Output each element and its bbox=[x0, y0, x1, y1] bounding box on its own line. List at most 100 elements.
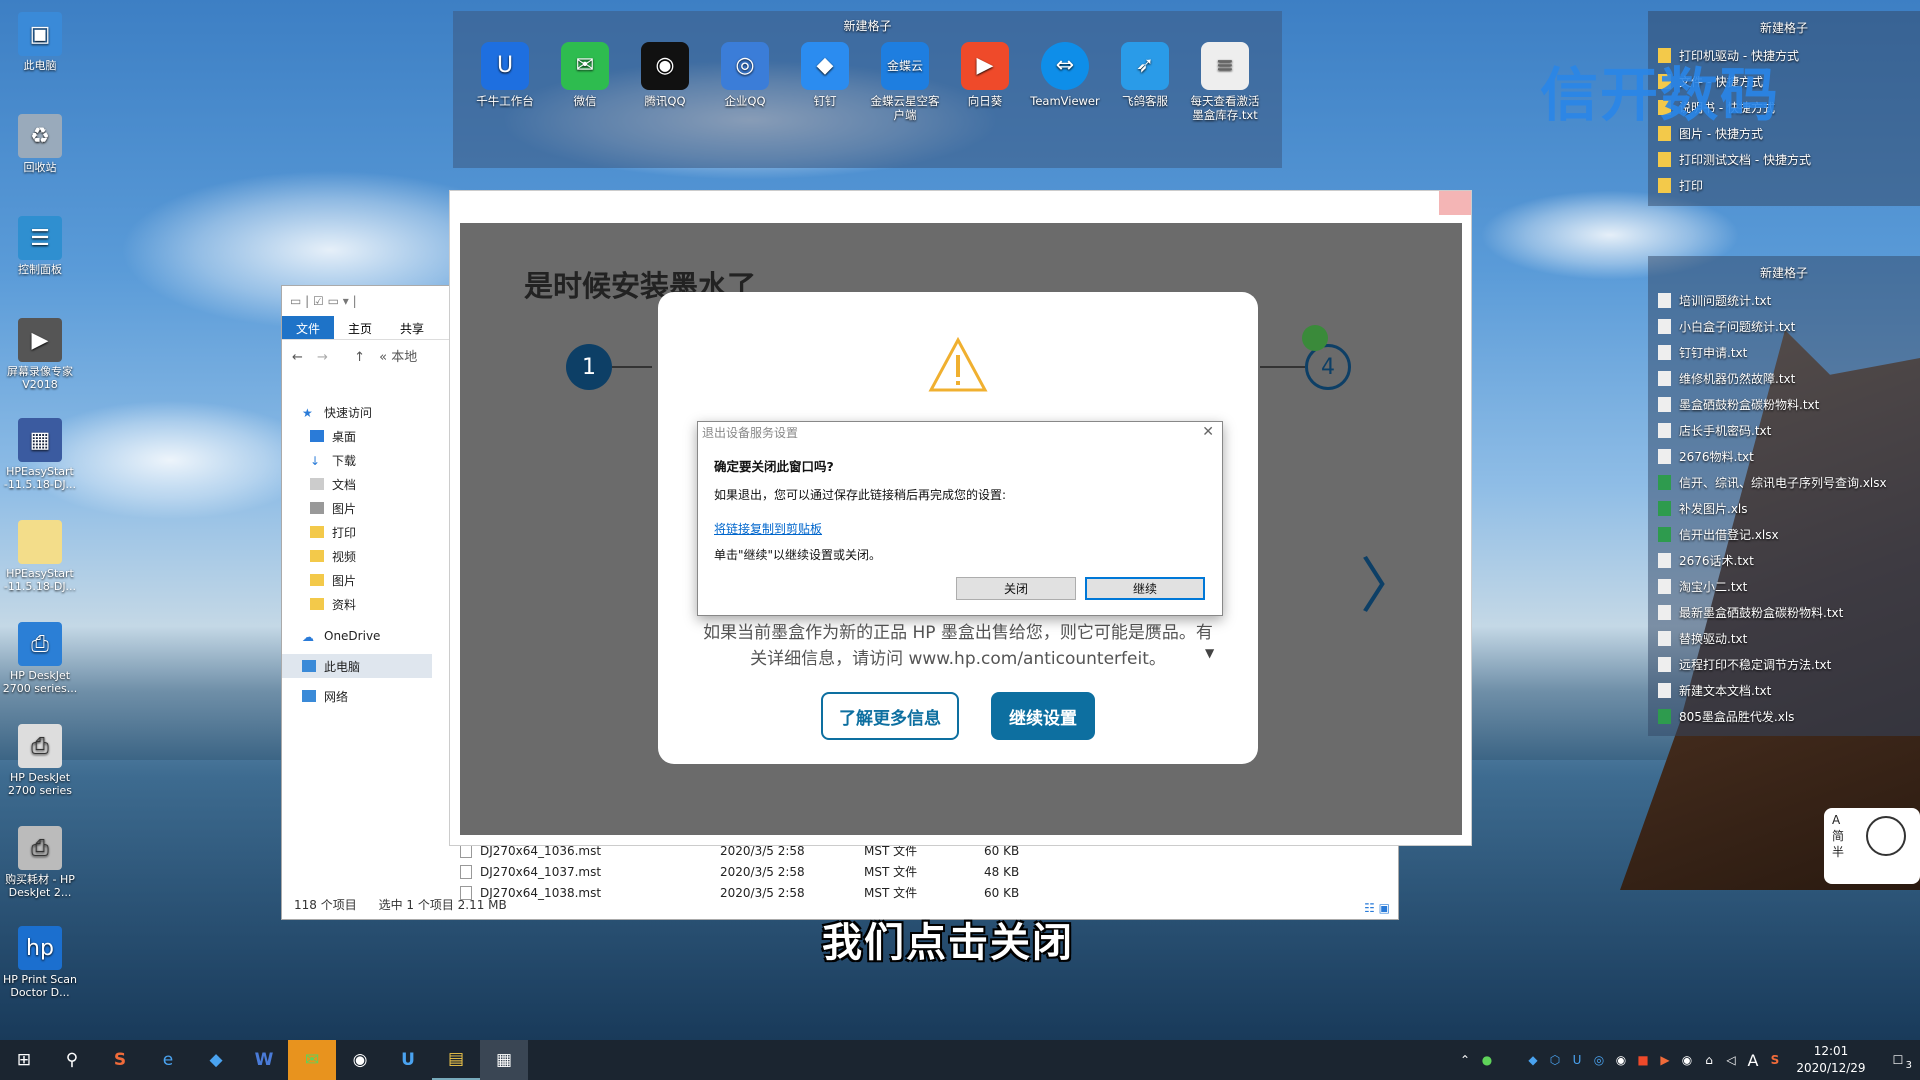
forward-arrow-icon[interactable]: → bbox=[317, 350, 328, 365]
nav-onedrive[interactable]: ☁ OneDrive bbox=[302, 624, 462, 648]
file-item[interactable]: 新建文本文档.txt bbox=[1648, 677, 1920, 703]
file-item[interactable]: 维修机器仍然故障.txt bbox=[1648, 365, 1920, 391]
tray-app-icon[interactable]: ⬡ bbox=[1544, 1053, 1566, 1067]
file-item[interactable]: 培训问题统计.txt bbox=[1648, 287, 1920, 313]
qq-taskbar-icon[interactable]: ◉ bbox=[336, 1040, 384, 1080]
sogou-icon[interactable]: S bbox=[96, 1040, 144, 1080]
teamviewer-icon: ⇔ bbox=[1041, 42, 1089, 90]
browser-icon[interactable]: e bbox=[144, 1040, 192, 1080]
desktop-icon-this-pc[interactable]: ▣ 此电脑 bbox=[0, 12, 80, 72]
tray-app-icon[interactable]: ■ bbox=[1632, 1053, 1654, 1067]
tray-app-icon[interactable]: U bbox=[1566, 1053, 1588, 1067]
next-chevron-icon[interactable]: 〉 bbox=[1360, 538, 1420, 625]
wechat-taskbar-icon[interactable]: ✉ bbox=[288, 1040, 336, 1080]
dingtalk-taskbar-icon[interactable]: ◆ bbox=[192, 1040, 240, 1080]
hp-setup-icon[interactable]: ▦ bbox=[480, 1040, 528, 1080]
excel-file-icon bbox=[1658, 474, 1671, 490]
desktop-icon-buy-supplies[interactable]: ⎙ 购买耗材 - HP DeskJet 2... bbox=[0, 826, 80, 899]
file-inventory-txt[interactable]: ≡ 每天查看激活墨盒库存.txt bbox=[1185, 42, 1265, 122]
close-icon[interactable]: ✕ bbox=[1202, 424, 1214, 440]
nav-this-pc[interactable]: 此电脑 bbox=[282, 654, 432, 678]
file-item[interactable]: 淘宝小二.txt bbox=[1648, 573, 1920, 599]
file-item[interactable]: 替换驱动.txt bbox=[1648, 625, 1920, 651]
tray-app-icon[interactable]: ◉ bbox=[1676, 1053, 1698, 1067]
file-item[interactable]: 最新墨盒硒鼓粉盒碳粉物料.txt bbox=[1648, 599, 1920, 625]
nav-quick-access[interactable]: ★ 快速访问 bbox=[302, 400, 462, 424]
continue-setup-button[interactable]: 继续设置 bbox=[991, 692, 1095, 740]
file-item[interactable]: 信开出借登记.xlsx bbox=[1648, 521, 1920, 547]
learn-more-button[interactable]: 了解更多信息 bbox=[821, 692, 959, 740]
view-toggle-icons[interactable]: ☷ ▣ bbox=[1364, 901, 1390, 915]
search-button[interactable]: ⚲ bbox=[48, 1040, 96, 1080]
nav-desktop[interactable]: 桌面 bbox=[302, 424, 462, 448]
clock[interactable]: 12:01 2020/12/29 bbox=[1786, 1043, 1876, 1077]
desktop-icon-hp-deskjet-series[interactable]: ⎙ HP DeskJet 2700 series... bbox=[0, 622, 80, 695]
file-item[interactable]: 2676话术.txt bbox=[1648, 547, 1920, 573]
app-enterprise-qq[interactable]: ◎ 企业QQ bbox=[705, 42, 785, 122]
file-explorer-icon[interactable]: ▤ bbox=[432, 1040, 480, 1080]
qq-tray-icon[interactable]: ◉ bbox=[1610, 1053, 1632, 1067]
nav-documents[interactable]: 文档 bbox=[302, 472, 462, 496]
nav-materials[interactable]: 资料 bbox=[302, 592, 462, 616]
app-qianniu[interactable]: U 千牛工作台 bbox=[465, 42, 545, 122]
shortcut-test-doc[interactable]: 打印测试文档 - 快捷方式 bbox=[1648, 146, 1920, 172]
continue-button[interactable]: 继续 bbox=[1085, 577, 1205, 600]
wechat-tray-icon[interactable]: ● bbox=[1476, 1053, 1498, 1067]
tab-home[interactable]: 主页 bbox=[334, 316, 386, 339]
network-icon[interactable]: ⌂ bbox=[1698, 1053, 1720, 1067]
file-item[interactable]: 远程打印不稳定调节方法.txt bbox=[1648, 651, 1920, 677]
app-wechat[interactable]: ✉ 微信 bbox=[545, 42, 625, 122]
app-qq[interactable]: ◉ 腾讯QQ bbox=[625, 42, 705, 122]
desktop-icon-control-panel[interactable]: ☰ 控制面板 bbox=[0, 216, 80, 276]
app-sunlogin[interactable]: ▶ 向日葵 bbox=[945, 42, 1025, 122]
back-arrow-icon[interactable]: ← bbox=[292, 350, 303, 365]
nav-downloads[interactable]: ↓ 下载 bbox=[302, 448, 462, 472]
app-dingtalk[interactable]: ◆ 钉钉 bbox=[785, 42, 865, 122]
tray-app-icon[interactable]: ▶ bbox=[1654, 1053, 1676, 1067]
sogou-tray-icon[interactable]: S bbox=[1764, 1053, 1786, 1067]
file-item[interactable]: 信开、综讯、综讯电子序列号查询.xlsx bbox=[1648, 469, 1920, 495]
file-item[interactable]: 店长手机密码.txt bbox=[1648, 417, 1920, 443]
chevron-down-icon[interactable]: ▼ bbox=[1205, 646, 1214, 660]
file-item[interactable]: 805墨盒品胜代发.xls bbox=[1648, 703, 1920, 729]
nav-videos[interactable]: 视频 bbox=[302, 544, 462, 568]
desktop-icon-print-scan-doctor[interactable]: hp HP Print Scan Doctor D... bbox=[0, 926, 80, 999]
desktop-icon-hpeasystart[interactable]: ▦ HPEasyStart -11.5.18-DJ... bbox=[0, 418, 80, 491]
wps-icon[interactable]: W bbox=[240, 1040, 288, 1080]
start-button[interactable]: ⊞ bbox=[0, 1040, 48, 1080]
desktop-icon-recycle-bin[interactable]: ♻ 回收站 bbox=[0, 114, 80, 174]
chevron-up-icon[interactable]: ⌃ bbox=[1454, 1053, 1476, 1067]
file-item[interactable]: 2676物料.txt bbox=[1648, 443, 1920, 469]
up-arrow-icon[interactable]: ↑ bbox=[354, 350, 365, 365]
table-row[interactable]: DJ270x64_1037.mst 2020/3/5 2:58 MST 文件 48 K… bbox=[460, 861, 1360, 882]
app-feige[interactable]: ➶ 飞鸽客服 bbox=[1105, 42, 1185, 122]
file-item[interactable]: 墨盒硒鼓粉盒碳粉物料.txt bbox=[1648, 391, 1920, 417]
nav-print[interactable]: 打印 bbox=[302, 520, 462, 544]
nav-pictures[interactable]: 图片 bbox=[302, 496, 462, 520]
window-close-button[interactable] bbox=[1439, 191, 1471, 215]
file-item[interactable]: 补发图片.xls bbox=[1648, 495, 1920, 521]
tray-app-icon[interactable]: ◎ bbox=[1588, 1053, 1610, 1067]
folder-print[interactable]: 打印 bbox=[1648, 172, 1920, 198]
app-kingdee[interactable]: 金蝶云 金蝶云星空客户端 bbox=[865, 42, 945, 122]
tray-app-icon[interactable]: ◆ bbox=[1522, 1053, 1544, 1067]
close-button[interactable]: 关闭 bbox=[956, 577, 1076, 600]
ime-indicator[interactable]: A bbox=[1742, 1051, 1764, 1070]
address-bar[interactable]: ← → ↑ « 本地 bbox=[292, 346, 417, 365]
volume-icon[interactable]: ◁ bbox=[1720, 1053, 1742, 1067]
table-row[interactable]: DJ270x64_1038.mst 2020/3/5 2:58 MST 文件 60 K… bbox=[460, 882, 1360, 903]
qianniu-taskbar-icon[interactable]: U bbox=[384, 1040, 432, 1080]
file-item[interactable]: 钉钉申请.txt bbox=[1648, 339, 1920, 365]
desktop-icon-hpeasystart-folder[interactable]: HPEasyStart -11.5.18-DJ... bbox=[0, 520, 80, 593]
tab-share[interactable]: 共享 bbox=[386, 316, 438, 339]
tab-file[interactable]: 文件 bbox=[282, 316, 335, 339]
file-item[interactable]: 小白盒子问题统计.txt bbox=[1648, 313, 1920, 339]
copy-link-button[interactable]: 将链接复制到剪贴板 bbox=[714, 520, 822, 537]
nav-pictures-2[interactable]: 图片 bbox=[302, 568, 462, 592]
notification-icon[interactable]: ☐ 3 bbox=[1876, 1053, 1920, 1071]
app-teamviewer[interactable]: ⇔ TeamViewer bbox=[1025, 42, 1105, 122]
desktop-icon-hp-deskjet[interactable]: ⎙ HP DeskJet 2700 series bbox=[0, 724, 80, 797]
nav-network[interactable]: 网络 bbox=[302, 684, 462, 708]
sticker-widget[interactable]: A 简 半 bbox=[1824, 808, 1920, 884]
desktop-icon-screen-recorder[interactable]: ▶ 屏幕录像专家 V2018 bbox=[0, 318, 80, 391]
